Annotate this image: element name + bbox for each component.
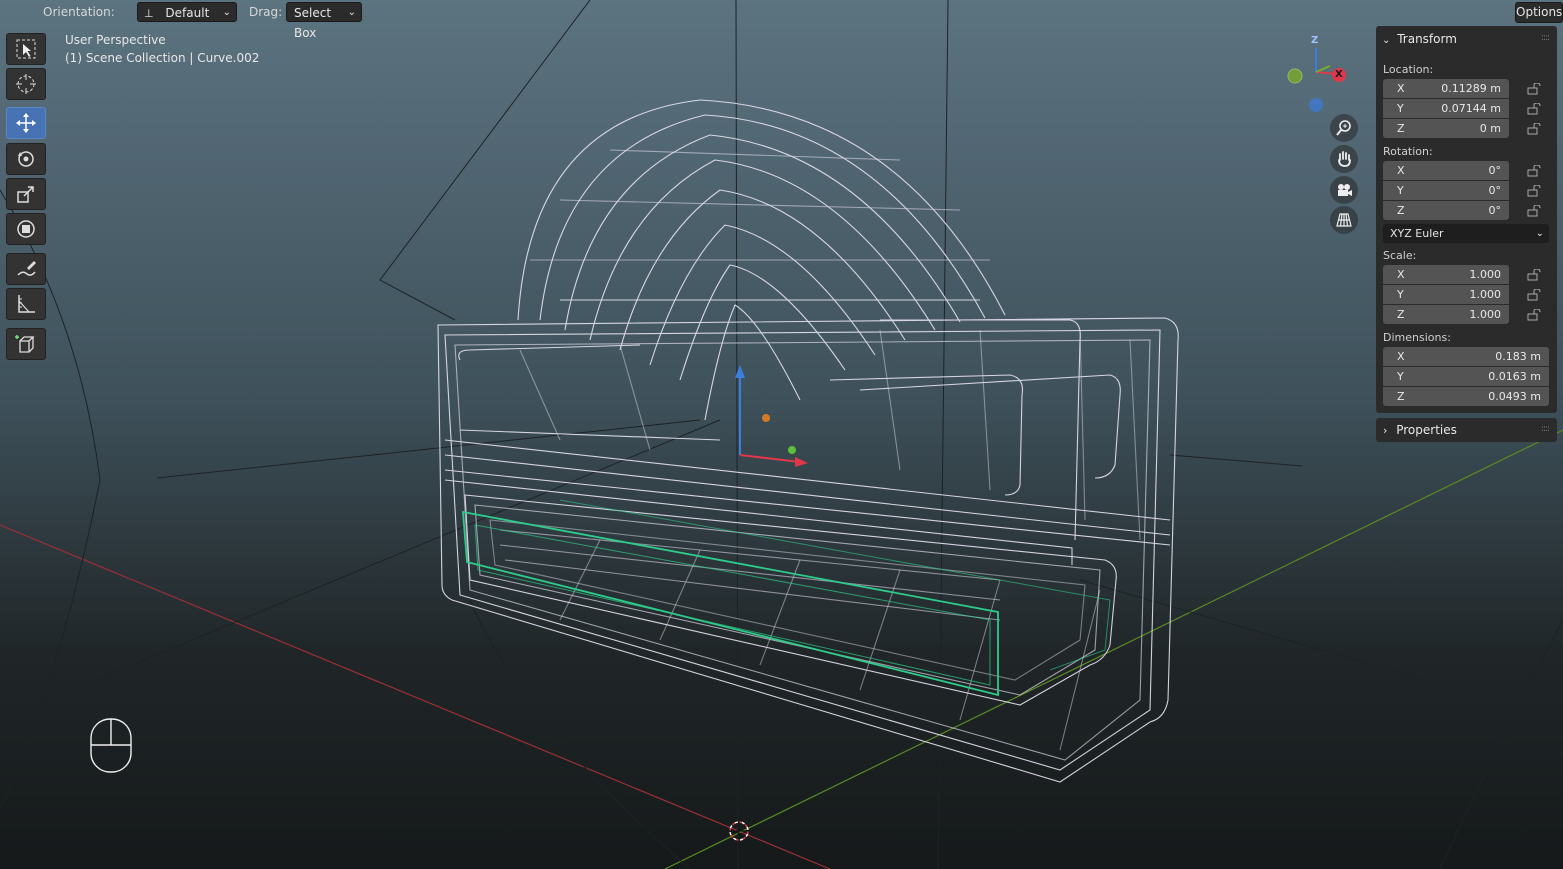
drag-grip-icon[interactable]: :::: (1541, 33, 1550, 43)
cursor-tool[interactable] (6, 68, 46, 100)
orientation-value: Default (165, 6, 210, 20)
drag-dropdown[interactable]: Select Box ⌄ (286, 2, 362, 40)
location-z-field[interactable]: Z0 m (1383, 119, 1509, 138)
lock-icon[interactable] (1527, 83, 1541, 95)
rotation-label: Rotation: (1383, 145, 1433, 158)
view-name: User Perspective (65, 33, 166, 47)
select-box-tool[interactable] (6, 33, 46, 65)
lock-icon[interactable] (1527, 165, 1541, 177)
mouse-hint-icon (90, 718, 132, 773)
axis-gizmo-z-label[interactable]: Z (1311, 35, 1318, 46)
axis-gizmo-x-label[interactable]: X (1335, 69, 1343, 80)
dimensions-x-field[interactable]: X 0.183 m (1383, 347, 1549, 366)
transform-panel-header[interactable]: ⌄ Transform (1382, 32, 1457, 46)
properties-panel-header[interactable]: › Properties (1383, 423, 1457, 437)
location-label: Location: (1383, 63, 1434, 76)
x-axis-line (0, 524, 831, 869)
3d-cursor (729, 821, 749, 841)
transform-tool[interactable] (6, 213, 46, 245)
orientation-axes-icon: ⊥ (144, 7, 154, 20)
y-axis-line (664, 429, 1563, 869)
object-origin-gizmo[interactable] (735, 365, 808, 467)
lock-icon[interactable] (1527, 103, 1541, 115)
properties-title: Properties (1396, 423, 1457, 437)
chevron-right-icon: › (1383, 424, 1388, 437)
scale-icon (17, 186, 34, 203)
scale-x-field[interactable]: X 1.000 (1383, 265, 1509, 284)
rotation-x-field[interactable]: X 0° (1383, 161, 1509, 180)
orientation-label: Orientation: (43, 5, 115, 19)
options-button[interactable]: Options (1515, 2, 1563, 23)
measure-ruler-icon (18, 295, 35, 313)
axis-gizmo[interactable] (1287, 48, 1346, 112)
drag-grip-icon[interactable]: :::: (1541, 424, 1550, 434)
viewport-3d[interactable] (0, 0, 1563, 869)
move-tool[interactable] (6, 107, 46, 139)
dimensions-z-field[interactable]: Z 0.0493 m (1383, 387, 1549, 406)
rotation-z-field[interactable]: Z 0° (1383, 201, 1509, 220)
lock-icon[interactable] (1527, 269, 1541, 281)
orientation-dropdown[interactable]: ⊥ Default ⌄ (137, 2, 237, 22)
grid-lines (0, 0, 1563, 869)
rotation-y-field[interactable]: Y 0° (1383, 181, 1509, 200)
zoom-button[interactable] (1330, 114, 1358, 142)
rotate-tool[interactable] (6, 143, 46, 175)
transform-icon (17, 220, 35, 238)
rotation-mode-value: XYZ Euler (1390, 227, 1444, 240)
lock-icon[interactable] (1527, 309, 1541, 321)
annotate-pencil-icon (17, 261, 36, 276)
scale-label: Scale: (1383, 249, 1417, 262)
rotation-mode-dropdown[interactable]: XYZ Euler ⌄ (1383, 224, 1549, 243)
lock-icon[interactable] (1527, 289, 1541, 301)
wireframe-model[interactable] (437, 99, 1179, 783)
dimensions-y-field[interactable]: Y 0.0163 m (1383, 367, 1549, 386)
grid-perspective-icon (1336, 213, 1352, 227)
drag-label: Drag: (249, 5, 283, 19)
add-cube-tool[interactable] (6, 328, 46, 360)
chevron-down-icon: ⌄ (1535, 228, 1544, 239)
annotate-tool[interactable] (6, 253, 46, 285)
chevron-down-icon: ⌄ (1382, 35, 1391, 46)
location-x-field[interactable]: X 0.11289 m (1383, 79, 1509, 98)
lock-icon[interactable] (1527, 205, 1541, 217)
lock-icon[interactable] (1527, 123, 1541, 135)
pan-hand-icon (1338, 151, 1351, 167)
chevron-down-icon: ⌄ (222, 7, 231, 18)
measure-tool[interactable] (6, 288, 46, 320)
pan-button[interactable] (1330, 145, 1358, 173)
lock-icon[interactable] (1527, 185, 1541, 197)
perspective-toggle-button[interactable] (1330, 206, 1358, 234)
rotate-icon (18, 151, 34, 167)
select-box-icon (16, 39, 36, 59)
scale-z-field[interactable]: Z 1.000 (1383, 305, 1509, 324)
collection-info: (1) Scene Collection | Curve.002 (65, 51, 260, 65)
scale-y-field[interactable]: Y 1.000 (1383, 285, 1509, 304)
camera-view-button[interactable] (1330, 176, 1358, 204)
cursor-icon (16, 74, 36, 94)
dimensions-label: Dimensions: (1383, 331, 1451, 344)
camera-icon (1338, 184, 1352, 196)
zoom-icon (1336, 120, 1351, 136)
transform-title: Transform (1397, 32, 1457, 46)
add-cube-icon (15, 335, 35, 353)
scale-tool[interactable] (6, 178, 46, 210)
move-icon (16, 113, 36, 133)
location-y-field[interactable]: Y 0.07144 m (1383, 99, 1509, 118)
chevron-down-icon: ⌄ (347, 7, 356, 18)
